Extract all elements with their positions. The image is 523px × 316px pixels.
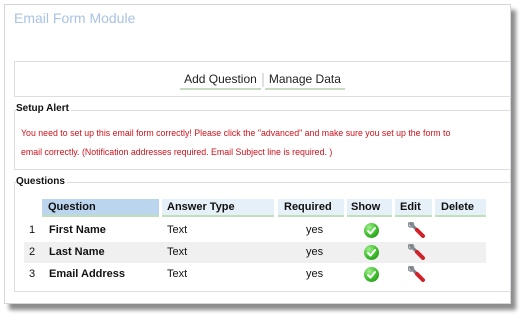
question-name: First Name xyxy=(49,224,106,236)
setup-alert-line-2: email correctly. (Notification addresses… xyxy=(21,147,333,157)
row-number: 3 xyxy=(29,268,36,280)
column-header-required[interactable]: Required xyxy=(278,199,344,217)
table-row: 1 First Name Text yes xyxy=(24,220,486,241)
required-value: yes xyxy=(306,246,324,258)
setup-alert-line-1: You need to set up this email form corre… xyxy=(21,128,451,138)
setup-alert-label: Setup Alert xyxy=(16,103,71,114)
answer-type: Text xyxy=(167,246,188,258)
column-header-show[interactable]: Show xyxy=(347,199,392,217)
row-number: 1 xyxy=(29,224,36,236)
green-check-icon[interactable] xyxy=(364,223,379,238)
column-header-edit[interactable]: Edit xyxy=(395,199,432,217)
setup-alert-message: You need to set up this email form corre… xyxy=(21,124,506,162)
setup-alert-box: You need to set up this email form corre… xyxy=(14,110,511,170)
green-check-icon[interactable] xyxy=(364,245,379,260)
module-nav: Add Question Manage Data xyxy=(14,61,511,97)
wrench-icon[interactable] xyxy=(408,244,426,260)
question-name: Email Address xyxy=(49,268,126,280)
nav-tabs: Add Question Manage Data xyxy=(15,72,510,90)
module-title: Email Form Module xyxy=(14,10,136,26)
column-header-answer-type[interactable]: Answer Type xyxy=(162,199,274,217)
answer-type: Text xyxy=(167,268,188,280)
answer-type: Text xyxy=(167,224,188,236)
questions-label: Questions xyxy=(16,176,67,187)
green-check-icon[interactable] xyxy=(364,267,379,282)
column-header-question[interactable]: Question xyxy=(42,199,159,217)
wrench-icon[interactable] xyxy=(408,222,426,238)
wrench-icon[interactable] xyxy=(408,266,426,282)
table-row: 2 Last Name Text yes xyxy=(24,242,486,263)
question-name: Last Name xyxy=(49,246,105,258)
required-value: yes xyxy=(306,224,324,236)
row-number: 2 xyxy=(29,246,36,258)
required-value: yes xyxy=(306,268,324,280)
add-question-tab[interactable]: Add Question xyxy=(180,72,261,90)
nav-divider xyxy=(261,72,264,87)
column-header-delete[interactable]: Delete xyxy=(435,199,486,217)
manage-data-tab[interactable]: Manage Data xyxy=(264,72,345,90)
table-row: 3 Email Address Text yes xyxy=(24,264,486,285)
